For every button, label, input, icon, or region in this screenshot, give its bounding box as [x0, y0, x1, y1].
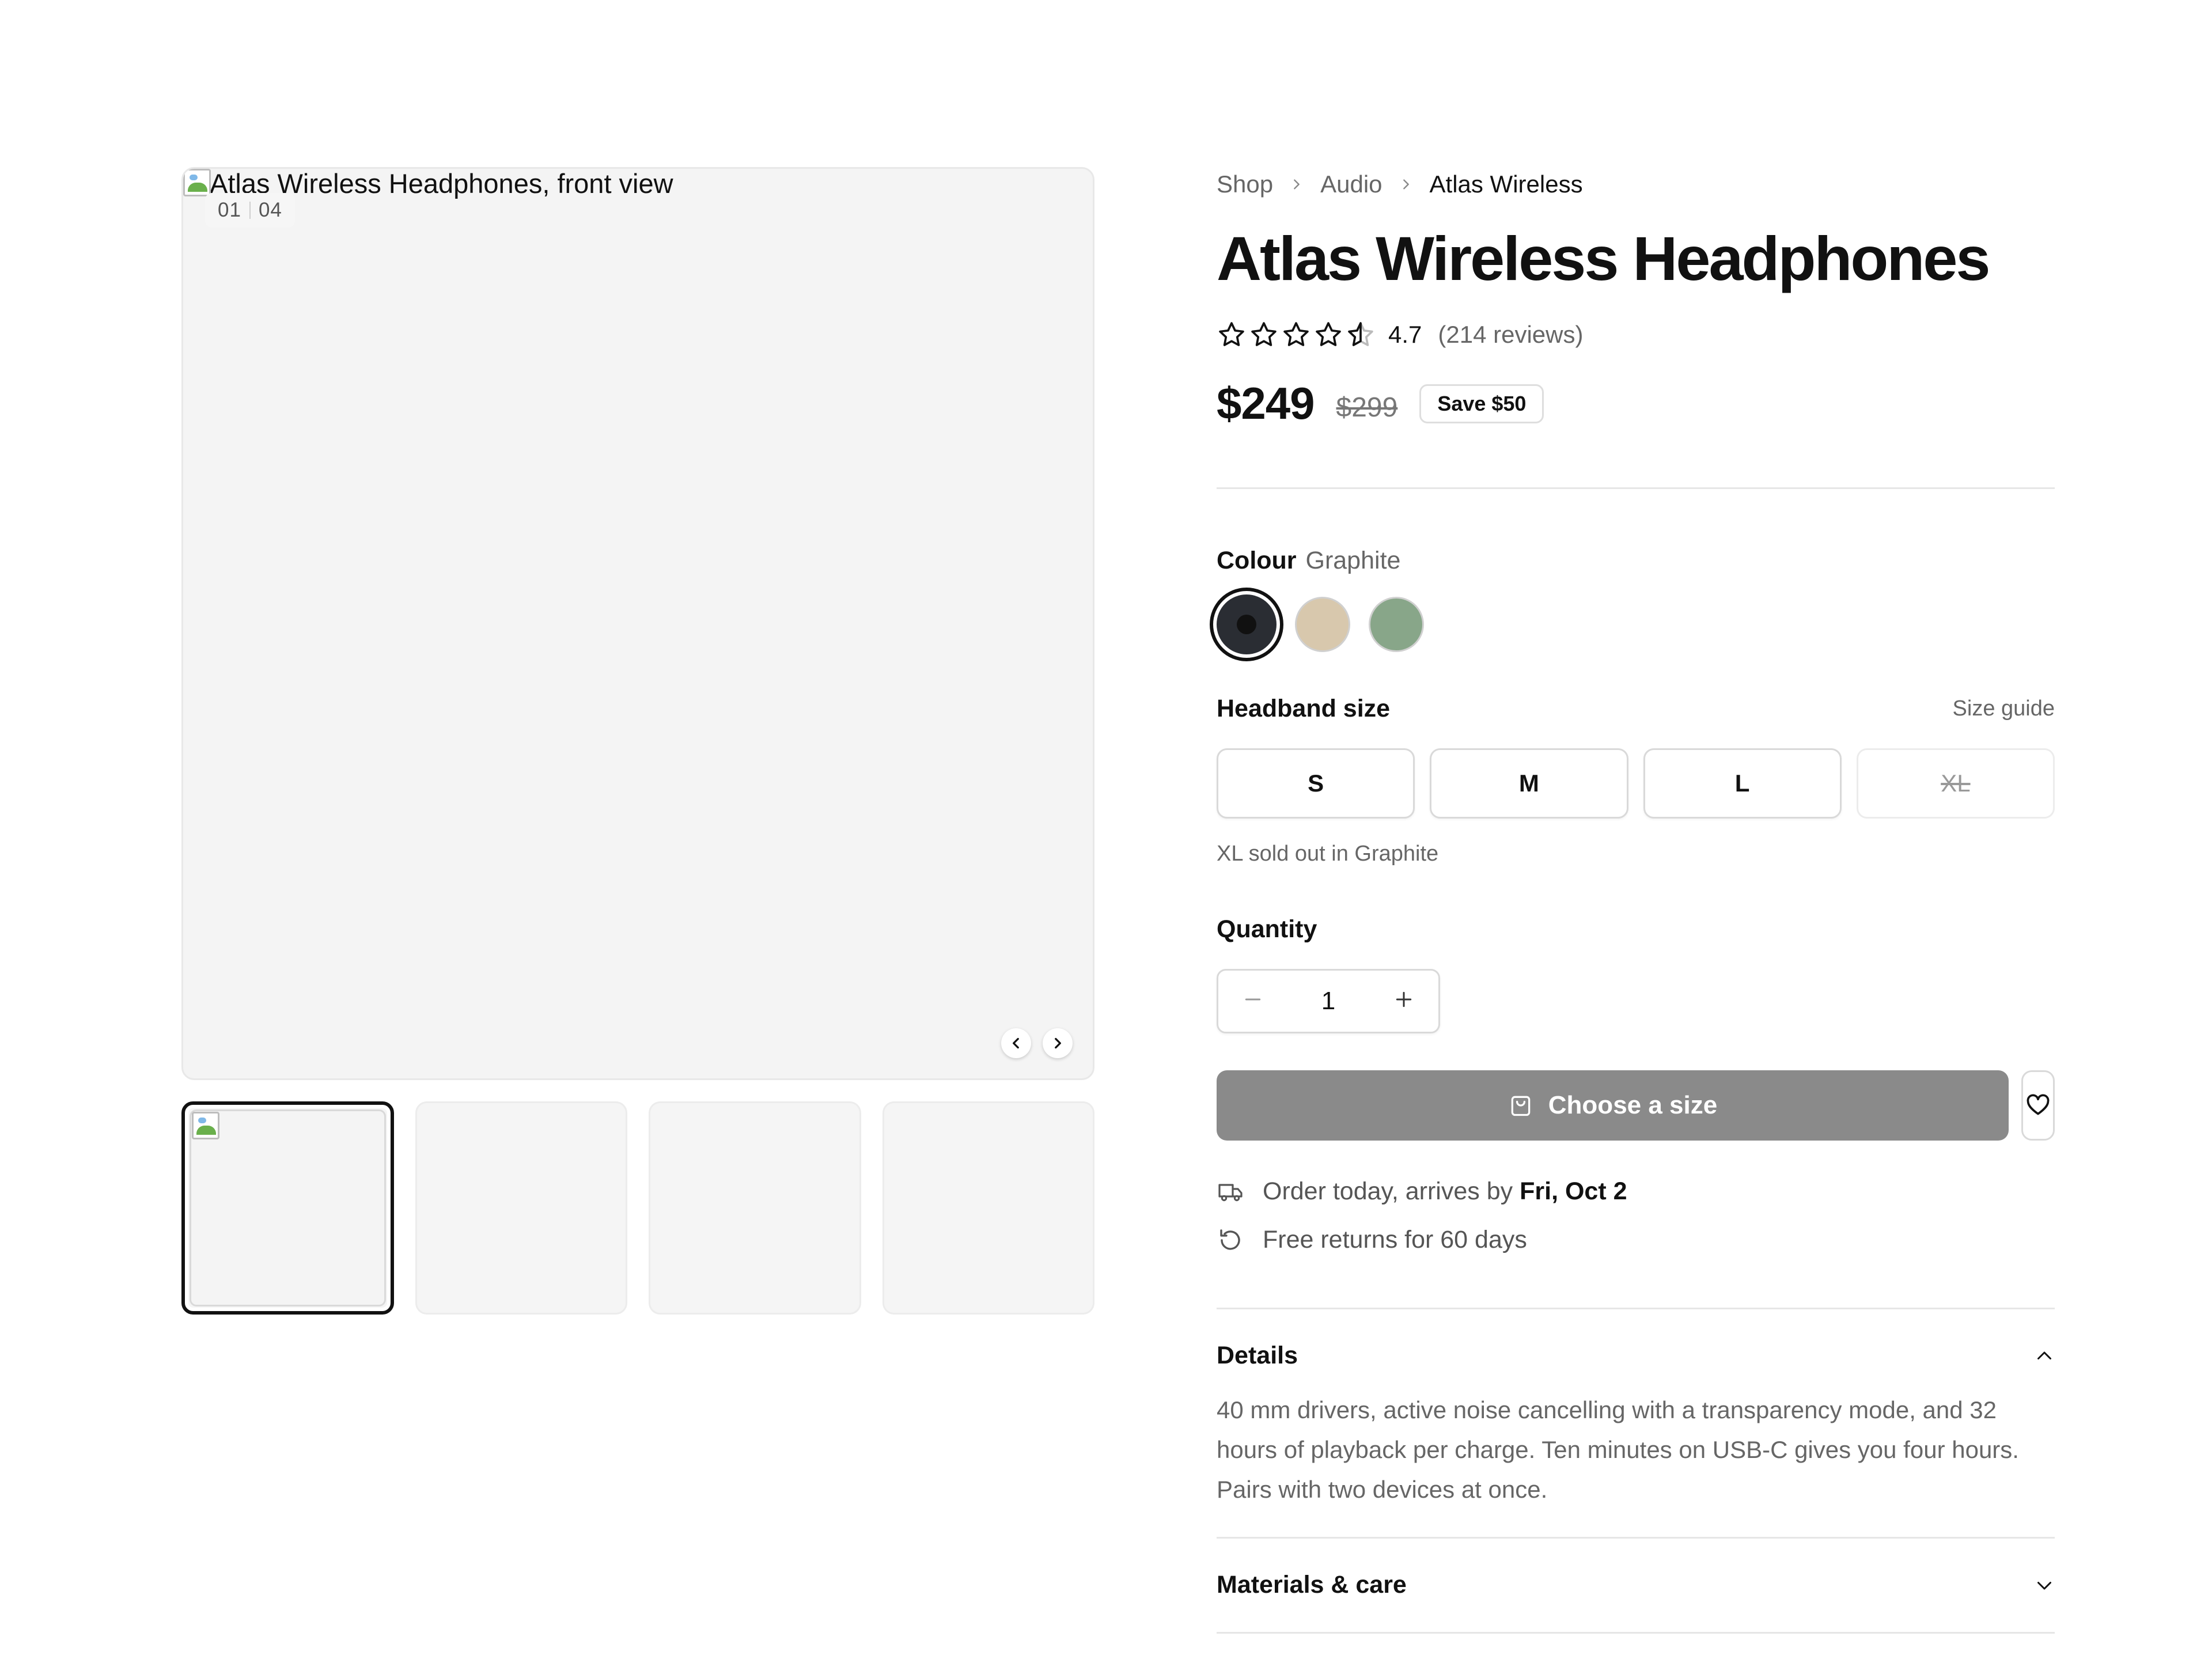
image-counter: 01 04 — [205, 193, 295, 228]
colour-label-text: Colour — [1217, 546, 1297, 574]
breadcrumb: Shop Audio Atlas Wireless — [1217, 167, 2055, 202]
returns-info: Free returns for 60 days — [1217, 1225, 2055, 1256]
broken-image-icon — [183, 169, 211, 196]
divider — [1217, 487, 2055, 489]
gallery-nav — [1001, 1028, 1073, 1058]
save-badge: Save $50 — [1419, 384, 1544, 423]
chevron-right-icon — [1290, 178, 1303, 191]
size-options: S M L XL — [1217, 748, 2055, 819]
chevron-up-icon — [2037, 1351, 2051, 1359]
size-option-s[interactable]: S — [1217, 748, 1415, 819]
broken-image-icon — [192, 1112, 219, 1139]
colour-swatches — [1217, 594, 2055, 654]
star-icon — [1316, 322, 1341, 346]
product-accordion: Details 40 mm drivers, active noise canc… — [1217, 1307, 2055, 1634]
decrease-quantity-button[interactable] — [1241, 988, 1264, 1014]
add-to-bag-button[interactable]: Choose a size — [1217, 1070, 2009, 1141]
quantity-value[interactable]: 1 — [1321, 987, 1335, 1016]
returns-text: Free returns for 60 days — [1263, 1226, 1527, 1254]
breadcrumb-audio[interactable]: Audio — [1320, 171, 1382, 198]
breadcrumb-shop[interactable]: Shop — [1217, 171, 1273, 198]
price-row: $249 $299 Save $50 — [1217, 375, 2055, 433]
delivery-date: Fri, Oct 2 — [1520, 1177, 1627, 1206]
materials-title: Materials & care — [1217, 1571, 1407, 1599]
image-counter-current: 01 — [218, 199, 241, 221]
product-rating[interactable]: 4.7 (214 reviews) — [1217, 317, 2055, 352]
thumbnail-1[interactable] — [181, 1101, 394, 1315]
image-counter-total: 04 — [258, 199, 282, 221]
materials-section: Materials & care — [1217, 1539, 2055, 1634]
chevron-left-icon — [1013, 1037, 1019, 1049]
current-price: $249 — [1217, 378, 1315, 429]
size-option-m[interactable]: M — [1430, 748, 1628, 819]
materials-toggle[interactable]: Materials & care — [1217, 1539, 2055, 1632]
star-icon — [1251, 322, 1277, 346]
chevron-right-icon — [1055, 1037, 1061, 1049]
quantity-stepper: 1 — [1217, 968, 1440, 1033]
swatch-sage[interactable] — [1369, 596, 1424, 652]
details-toggle[interactable]: Details — [1217, 1309, 2055, 1403]
return-icon — [1217, 1226, 1263, 1254]
chevron-down-icon — [2037, 1581, 2051, 1590]
breadcrumb-current: Atlas Wireless — [1429, 171, 1583, 198]
size-guide-link[interactable]: Size guide — [1953, 696, 2055, 721]
size-header: Headband size Size guide — [1217, 695, 2055, 723]
cta-row: Choose a size — [1217, 1070, 2055, 1141]
swatch-sand[interactable] — [1295, 596, 1350, 652]
heart-icon — [2027, 1094, 2050, 1115]
swatch-graphite[interactable] — [1217, 594, 1277, 654]
details-section: Details 40 mm drivers, active noise canc… — [1217, 1309, 2055, 1539]
truck-icon — [1217, 1178, 1263, 1206]
details-body: 40 mm drivers, active noise cancelling w… — [1217, 1396, 2019, 1503]
increase-quantity-button[interactable] — [1392, 988, 1415, 1014]
delivery-estimate: Order today, arrives by Fri, Oct 2 — [1217, 1176, 2055, 1207]
review-count-link[interactable]: (214 reviews) — [1438, 321, 1583, 349]
rating-score: 4.7 — [1388, 320, 1422, 348]
size-label: Headband size — [1217, 694, 1391, 722]
thumbnail-3[interactable] — [649, 1101, 861, 1315]
size-option-l[interactable]: L — [1643, 748, 1842, 819]
delivery-text: Order today, arrives by — [1263, 1177, 1513, 1206]
product-gallery: Atlas Wireless Headphones, front view 01… — [181, 167, 1095, 1315]
thumbnail-1-image — [190, 1109, 386, 1306]
minus-icon — [1245, 998, 1261, 1001]
wishlist-button[interactable] — [2021, 1070, 2055, 1141]
thumbnail-2[interactable] — [415, 1101, 628, 1315]
cta-label: Choose a size — [1548, 1090, 1718, 1119]
star-icon — [1219, 322, 1244, 346]
details-title: Details — [1217, 1342, 1298, 1370]
counter-divider — [249, 202, 251, 219]
colour-label: Colour Graphite — [1217, 547, 2055, 575]
thumbnail-4[interactable] — [882, 1101, 1095, 1315]
product-info: Shop Audio Atlas Wireless Atlas Wireless… — [1217, 167, 2055, 1634]
previous-image-button[interactable] — [1001, 1028, 1031, 1058]
bag-icon — [1511, 1096, 1531, 1116]
next-image-button[interactable] — [1043, 1028, 1073, 1058]
plus-icon — [1396, 992, 1412, 1007]
star-half-icon — [1348, 322, 1373, 346]
size-option-xl[interactable]: XL — [1856, 748, 2055, 819]
star-icon — [1283, 322, 1309, 346]
quantity-label: Quantity — [1217, 915, 1317, 943]
product-title: Atlas Wireless Headphones — [1217, 224, 1991, 293]
main-product-image[interactable]: Atlas Wireless Headphones, front view 01… — [181, 167, 1094, 1080]
sold-out-note: XL sold out in Graphite — [1217, 841, 1439, 866]
original-price: $299 — [1336, 392, 1398, 423]
rating-stars — [1217, 320, 1376, 350]
selected-colour: Graphite — [1305, 546, 1401, 574]
chevron-right-icon — [1400, 178, 1412, 191]
thumbnail-strip — [181, 1101, 1095, 1315]
